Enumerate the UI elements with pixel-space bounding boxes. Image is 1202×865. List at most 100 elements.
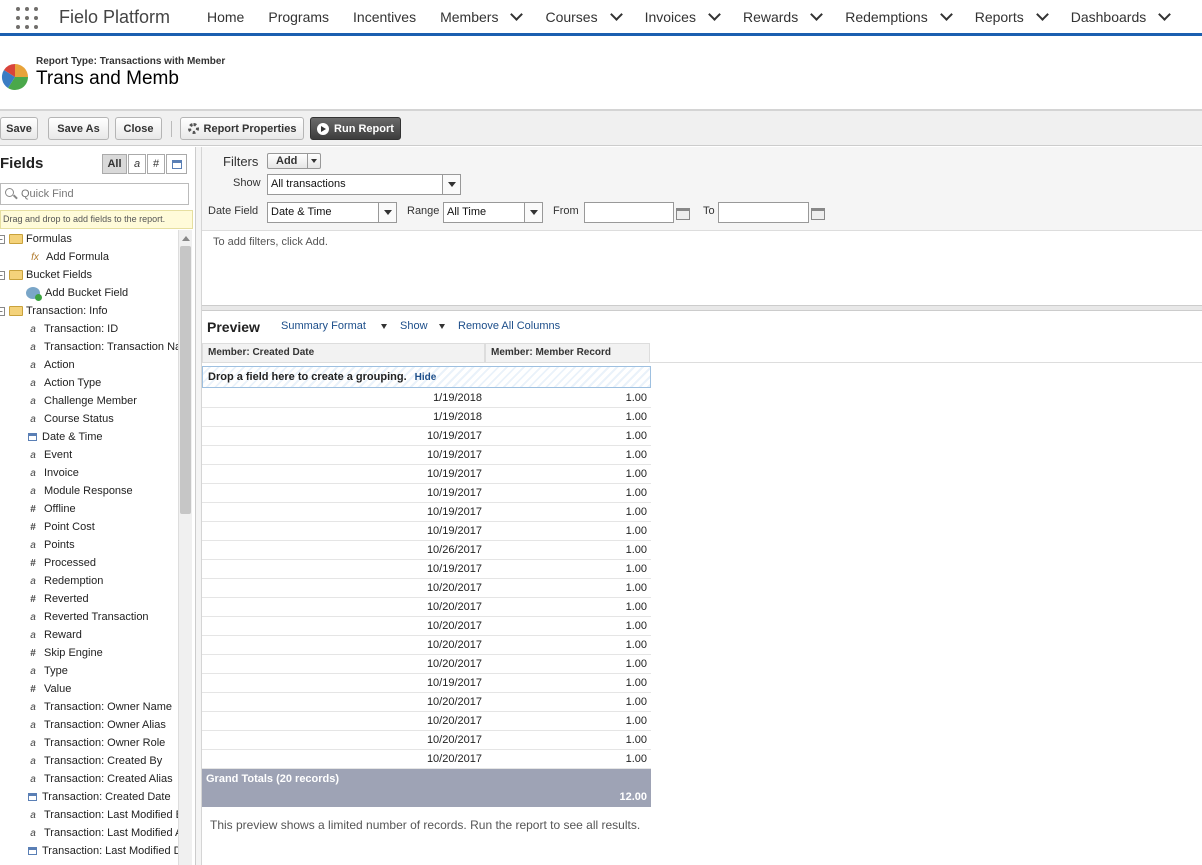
field-item[interactable]: a Invoice xyxy=(28,464,79,482)
number-type-icon: # xyxy=(152,158,160,170)
field-item[interactable]: a Type xyxy=(28,662,68,680)
from-date-input[interactable] xyxy=(584,202,674,223)
number-field-icon: # xyxy=(30,593,36,605)
quick-find-input[interactable]: Quick Find xyxy=(0,183,189,205)
field-item[interactable]: # Point Cost xyxy=(28,518,95,536)
filter-text-toggle[interactable]: a xyxy=(128,154,146,174)
to-calendar-icon[interactable] xyxy=(811,208,825,220)
field-item[interactable]: fx Add Formula xyxy=(30,248,109,266)
scroll-up-icon[interactable] xyxy=(182,236,190,241)
hide-link[interactable]: Hide xyxy=(415,372,437,383)
chevron-down-icon[interactable] xyxy=(439,324,445,329)
chevron-down-icon[interactable] xyxy=(939,8,953,21)
tree-folder[interactable]: − Bucket Fields xyxy=(0,266,92,284)
field-item[interactable]: a Transaction: Owner Alias xyxy=(28,716,166,734)
member-record-cell: 1.00 xyxy=(625,430,647,442)
date-field-select[interactable]: Date & Time xyxy=(267,202,397,223)
field-item[interactable]: a Action xyxy=(28,356,74,374)
show-dropdown[interactable]: Show xyxy=(400,320,428,332)
field-item[interactable]: # Offline xyxy=(28,500,75,518)
field-item[interactable]: # Processed xyxy=(28,554,96,572)
field-item[interactable]: a Challenge Member xyxy=(28,392,137,410)
table-row: 10/19/2017 1.00 xyxy=(202,674,651,693)
grouping-drop-zone[interactable]: Drop a field here to create a grouping. H… xyxy=(202,366,651,388)
field-item[interactable]: a Transaction: ID xyxy=(28,320,118,338)
chevron-down-icon[interactable] xyxy=(609,8,623,21)
field-item[interactable]: a Points xyxy=(28,536,74,554)
collapse-icon[interactable]: − xyxy=(0,306,5,316)
tree-folder[interactable]: − Transaction: Info xyxy=(0,302,108,320)
tree-folder[interactable]: − Formulas xyxy=(0,230,72,248)
chevron-down-icon[interactable] xyxy=(510,8,524,21)
chevron-down-icon[interactable] xyxy=(381,324,387,329)
nav-item-home[interactable]: Home xyxy=(207,9,244,25)
chevron-down-icon[interactable] xyxy=(1158,8,1172,21)
field-item[interactable]: # Skip Engine xyxy=(28,644,103,662)
field-item[interactable]: # Reverted xyxy=(28,590,88,608)
field-item[interactable]: Transaction: Last Modified Date xyxy=(28,842,178,860)
member-record-cell: 1.00 xyxy=(625,392,647,404)
chevron-down-icon[interactable] xyxy=(810,8,824,21)
nav-item-incentives[interactable]: Incentives xyxy=(353,9,416,25)
chevron-down-icon[interactable] xyxy=(1035,8,1049,21)
nav-item-redemptions[interactable]: Redemptions xyxy=(845,8,953,25)
collapse-icon[interactable]: − xyxy=(0,234,5,244)
column-header-member-record[interactable]: Member: Member Record xyxy=(485,343,650,363)
field-item[interactable]: a Course Status xyxy=(28,410,113,428)
scrollbar-thumb[interactable] xyxy=(180,246,191,514)
nav-item-dashboards[interactable]: Dashboards xyxy=(1071,8,1172,25)
drag-hint: Drag and drop to add fields to the repor… xyxy=(0,210,193,229)
fields-title: Fields xyxy=(0,155,44,172)
field-item[interactable]: a Reverted Transaction xyxy=(28,608,148,626)
nav-item-programs[interactable]: Programs xyxy=(268,9,329,25)
nav-item-reports[interactable]: Reports xyxy=(975,8,1049,25)
field-item[interactable]: # Value xyxy=(28,680,71,698)
field-item[interactable]: a Transaction: Transaction Name xyxy=(28,338,178,356)
close-button[interactable]: Close xyxy=(115,117,162,140)
table-row: 10/20/2017 1.00 xyxy=(202,712,651,731)
save-as-button[interactable]: Save As xyxy=(48,117,109,140)
from-calendar-icon[interactable] xyxy=(676,208,690,220)
field-item[interactable]: a Event xyxy=(28,446,72,464)
nav-item-courses[interactable]: Courses xyxy=(545,8,623,25)
field-item[interactable]: a Transaction: Owner Name xyxy=(28,698,172,716)
field-item[interactable]: a Transaction: Created Alias xyxy=(28,770,172,788)
field-item[interactable]: a Reward xyxy=(28,626,82,644)
created-date-cell: 10/20/2017 xyxy=(426,715,482,727)
to-date-input[interactable] xyxy=(718,202,809,223)
field-item[interactable]: a Transaction: Owner Role xyxy=(28,734,165,752)
created-date-cell: 10/19/2017 xyxy=(426,468,482,480)
column-header-created-date[interactable]: Member: Created Date xyxy=(202,343,485,363)
run-report-button[interactable]: Run Report xyxy=(310,117,401,140)
section-splitter[interactable] xyxy=(202,305,1202,311)
field-item[interactable]: a Transaction: Last Modified By xyxy=(28,806,178,824)
field-item[interactable]: a Action Type xyxy=(28,374,101,392)
field-item[interactable]: a Transaction: Created By xyxy=(28,752,162,770)
field-label: Transaction: Owner Role xyxy=(44,737,166,749)
summary-format-dropdown[interactable]: Summary Format xyxy=(281,320,366,332)
filter-number-toggle[interactable]: # xyxy=(147,154,165,174)
nav-item-members[interactable]: Members xyxy=(440,8,524,25)
collapse-icon[interactable]: − xyxy=(0,270,5,280)
field-item[interactable]: Add Bucket Field xyxy=(26,284,128,302)
save-button[interactable]: Save xyxy=(0,117,38,140)
nav-item-invoices[interactable]: Invoices xyxy=(645,8,721,25)
field-label: Transaction: Last Modified Alias xyxy=(44,827,178,839)
filter-all-toggle[interactable]: All xyxy=(102,154,127,174)
add-filter-button[interactable]: Add xyxy=(267,153,321,169)
app-launcher-icon[interactable] xyxy=(16,7,38,29)
field-item[interactable]: a Transaction: Last Modified Alias xyxy=(28,824,178,842)
member-record-cell: 1.00 xyxy=(625,658,647,670)
report-properties-button[interactable]: Report Properties xyxy=(180,117,304,140)
field-item[interactable]: a Module Response xyxy=(28,482,132,500)
field-item[interactable]: Transaction: Created Date xyxy=(28,788,171,806)
chevron-down-icon[interactable] xyxy=(708,8,721,21)
remove-all-columns-link[interactable]: Remove All Columns xyxy=(458,320,560,332)
nav-item-rewards[interactable]: Rewards xyxy=(743,8,824,25)
field-item[interactable]: Date & Time xyxy=(28,428,103,446)
range-select[interactable]: All Time xyxy=(443,202,543,223)
text-field-icon: a xyxy=(30,575,36,587)
field-item[interactable]: a Redemption xyxy=(28,572,103,590)
show-select[interactable]: All transactions xyxy=(267,174,461,195)
filter-date-toggle[interactable] xyxy=(166,154,187,174)
